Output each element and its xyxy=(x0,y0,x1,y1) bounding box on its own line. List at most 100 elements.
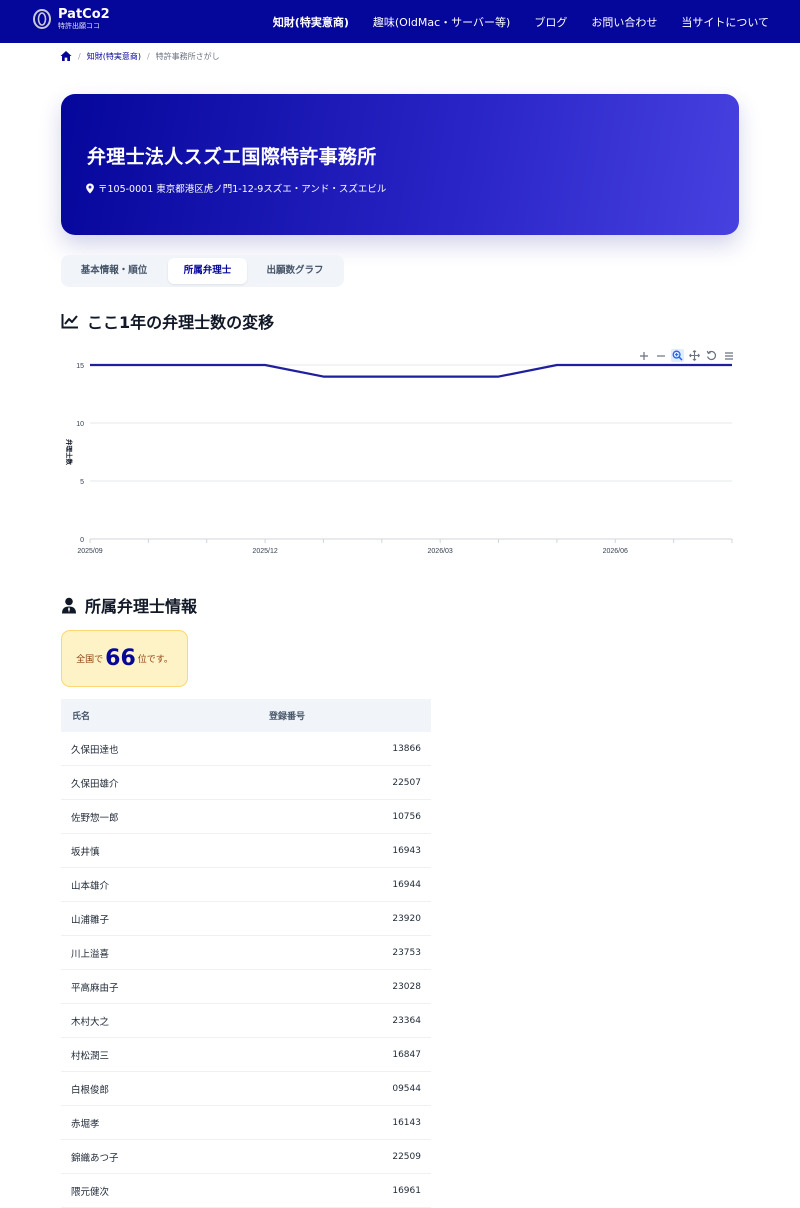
attorney-name: 赤堀孝 xyxy=(71,1118,100,1130)
attorney-reg-number: 23364 xyxy=(392,1015,421,1026)
attorney-table: 氏名 登録番号 久保田達也 13866 久保田雄介 22507 佐野惣一郎 10756 坂井… xyxy=(61,699,431,1208)
brand-subtitle: 特許出願ココ xyxy=(58,22,100,30)
nav-item-contact[interactable]: お問い合わせ xyxy=(591,14,657,30)
table-row: 平高麻由子 23028 xyxy=(61,970,431,1004)
table-row: 久保田達也 13866 xyxy=(61,732,431,766)
brand-name: PatCo2 xyxy=(58,7,110,22)
attorney-name: 木村大之 xyxy=(71,1016,110,1028)
attorney-reg-number: 16944 xyxy=(392,879,421,890)
map-pin-icon xyxy=(86,182,94,194)
nav-item-hobby[interactable]: 趣味(OldMac・サーバー等) xyxy=(373,14,510,30)
home-icon[interactable] xyxy=(60,50,72,62)
office-name: 弁理士法人スズエ国際特許事務所 xyxy=(87,146,377,168)
attorney-reg-number: 10756 xyxy=(392,811,421,822)
series-line xyxy=(90,363,732,378)
table-row: 坂井慎 16943 xyxy=(61,834,431,868)
table-row: 山浦雛子 23920 xyxy=(61,902,431,936)
rank-prefix: 全国で xyxy=(76,655,104,665)
y-axis-label: 弁理士数 xyxy=(65,439,74,466)
breadcrumb: / 知財(特実意商) / 特許事務所さがし xyxy=(60,50,220,62)
office-address-row: 〒105-0001 東京都港区虎ノ門1-12-9スズエ・アンド・スズエビル xyxy=(85,181,386,195)
x-tick-label: 2026/03 xyxy=(428,548,453,555)
attorney-name: 隈元健次 xyxy=(71,1186,110,1198)
tab-basic-info[interactable]: 基本情報・順位 xyxy=(67,258,161,284)
attorney-reg-number: 23920 xyxy=(392,913,421,924)
attorney-name: 佐野惣一郎 xyxy=(71,812,119,824)
table-body: 久保田達也 13866 久保田雄介 22507 佐野惣一郎 10756 坂井慎 16943 山本… xyxy=(61,732,431,1208)
attorney-name: 平高麻由子 xyxy=(71,982,119,994)
table-row: 山本雄介 16944 xyxy=(61,868,431,902)
national-rank-box: 全国で 66 位です。 xyxy=(61,630,188,687)
attorney-name: 白根俊郎 xyxy=(71,1084,110,1096)
table-row: 川上溢喜 23753 xyxy=(61,936,431,970)
nav-item-about[interactable]: 当サイトについて xyxy=(681,14,769,30)
y-tick-label: 10 xyxy=(76,421,84,428)
table-row: 白根俊郎 09544 xyxy=(61,1072,431,1106)
attorney-reg-number: 16961 xyxy=(392,1185,421,1196)
nav-item-blog[interactable]: ブログ xyxy=(534,14,567,30)
rank-number: 66 xyxy=(105,646,136,671)
attorney-reg-number: 16143 xyxy=(392,1117,421,1128)
y-tick-label: 15 xyxy=(76,363,84,370)
trend-section-title: ここ1年の弁理士数の変移 xyxy=(61,309,274,333)
top-navigation-bar: PatCo2 特許出願ココ 知財(特実意商) 趣味(OldMac・サーバー等) … xyxy=(0,0,800,43)
reset-icon[interactable] xyxy=(705,349,718,362)
attorney-name: 村松潤三 xyxy=(71,1050,110,1062)
breadcrumb-current: 特許事務所さがし xyxy=(155,51,220,61)
attorney-reg-number: 23028 xyxy=(392,981,421,992)
attorney-reg-number: 16943 xyxy=(392,845,421,856)
office-hero-card: 弁理士法人スズエ国際特許事務所 〒105-0001 東京都港区虎ノ門1-12-9… xyxy=(61,94,739,235)
table-header: 氏名 登録番号 xyxy=(61,699,431,732)
attorney-reg-number: 13866 xyxy=(392,743,421,754)
attorney-reg-number: 09544 xyxy=(392,1083,421,1094)
nav-item-ip[interactable]: 知財(特実意商) xyxy=(273,14,349,30)
office-address: 〒105-0001 東京都港区虎ノ門1-12-9スズエ・アンド・スズエビル xyxy=(98,184,387,195)
breadcrumb-separator: / xyxy=(146,51,150,61)
members-section-title: 所属弁理士情報 xyxy=(61,593,197,617)
y-tick-label: 5 xyxy=(80,479,84,486)
members-title: 所属弁理士情報 xyxy=(85,597,198,616)
table-row: 錦織あつ子 22509 xyxy=(61,1140,431,1174)
brand-logo-icon xyxy=(33,9,51,29)
line-chart-icon xyxy=(61,314,78,329)
trend-title: ここ1年の弁理士数の変移 xyxy=(87,313,275,332)
zoom-out-icon[interactable] xyxy=(654,349,667,362)
column-header-name: 氏名 xyxy=(72,712,91,722)
y-tick-label: 0 xyxy=(80,537,84,544)
pan-icon[interactable] xyxy=(688,349,701,362)
table-row: 赤堀孝 16143 xyxy=(61,1106,431,1140)
menu-icon[interactable] xyxy=(722,349,735,362)
attorney-reg-number: 23753 xyxy=(392,947,421,958)
attorney-name: 久保田雄介 xyxy=(71,778,119,790)
x-tick-label: 2026/06 xyxy=(603,548,628,555)
x-tick-label: 2025/09 xyxy=(77,548,102,555)
tab-members[interactable]: 所属弁理士 xyxy=(168,258,247,284)
breadcrumb-link-ip[interactable]: 知財(特実意商) xyxy=(87,51,141,62)
rank-suffix: 位です。 xyxy=(137,655,173,665)
attorney-name: 山浦雛子 xyxy=(71,914,110,926)
attorney-name: 久保田達也 xyxy=(71,744,119,756)
attorney-name: 川上溢喜 xyxy=(71,948,110,960)
table-row: 村松潤三 16847 xyxy=(61,1038,431,1072)
table-row: 久保田雄介 22507 xyxy=(61,766,431,800)
main-nav: 知財(特実意商) 趣味(OldMac・サーバー等) ブログ お問い合わせ 当サイ… xyxy=(273,0,769,43)
attorney-name: 坂井慎 xyxy=(71,846,100,858)
selection-zoom-icon[interactable] xyxy=(671,349,684,362)
office-tabs: 基本情報・順位 所属弁理士 出願数グラフ xyxy=(61,255,344,287)
attorney-reg-number: 16847 xyxy=(392,1049,421,1060)
breadcrumb-separator: / xyxy=(78,51,81,61)
pa-count-line-chart: 0 5 10 15 2025/09 2025/12 2026/03 2026/06 弁理士数 xyxy=(65,363,733,555)
tab-application-graph[interactable]: 出願数グラフ xyxy=(251,258,339,284)
brand-logo-link[interactable]: PatCo2 特許出願ココ xyxy=(32,8,110,30)
column-header-reg-number: 登録番号 xyxy=(269,712,306,722)
table-row: 隈元健次 16961 xyxy=(61,1174,431,1208)
chart-toolbar xyxy=(637,349,735,362)
attorney-name: 山本雄介 xyxy=(71,880,110,892)
zoom-in-icon[interactable] xyxy=(637,349,650,362)
table-row: 木村大之 23364 xyxy=(61,1004,431,1038)
table-row: 佐野惣一郎 10756 xyxy=(61,800,431,834)
x-tick-label: 2025/12 xyxy=(252,548,277,555)
attorney-reg-number: 22507 xyxy=(392,777,421,788)
attorney-reg-number: 22509 xyxy=(392,1151,421,1162)
user-tie-icon xyxy=(62,597,76,613)
